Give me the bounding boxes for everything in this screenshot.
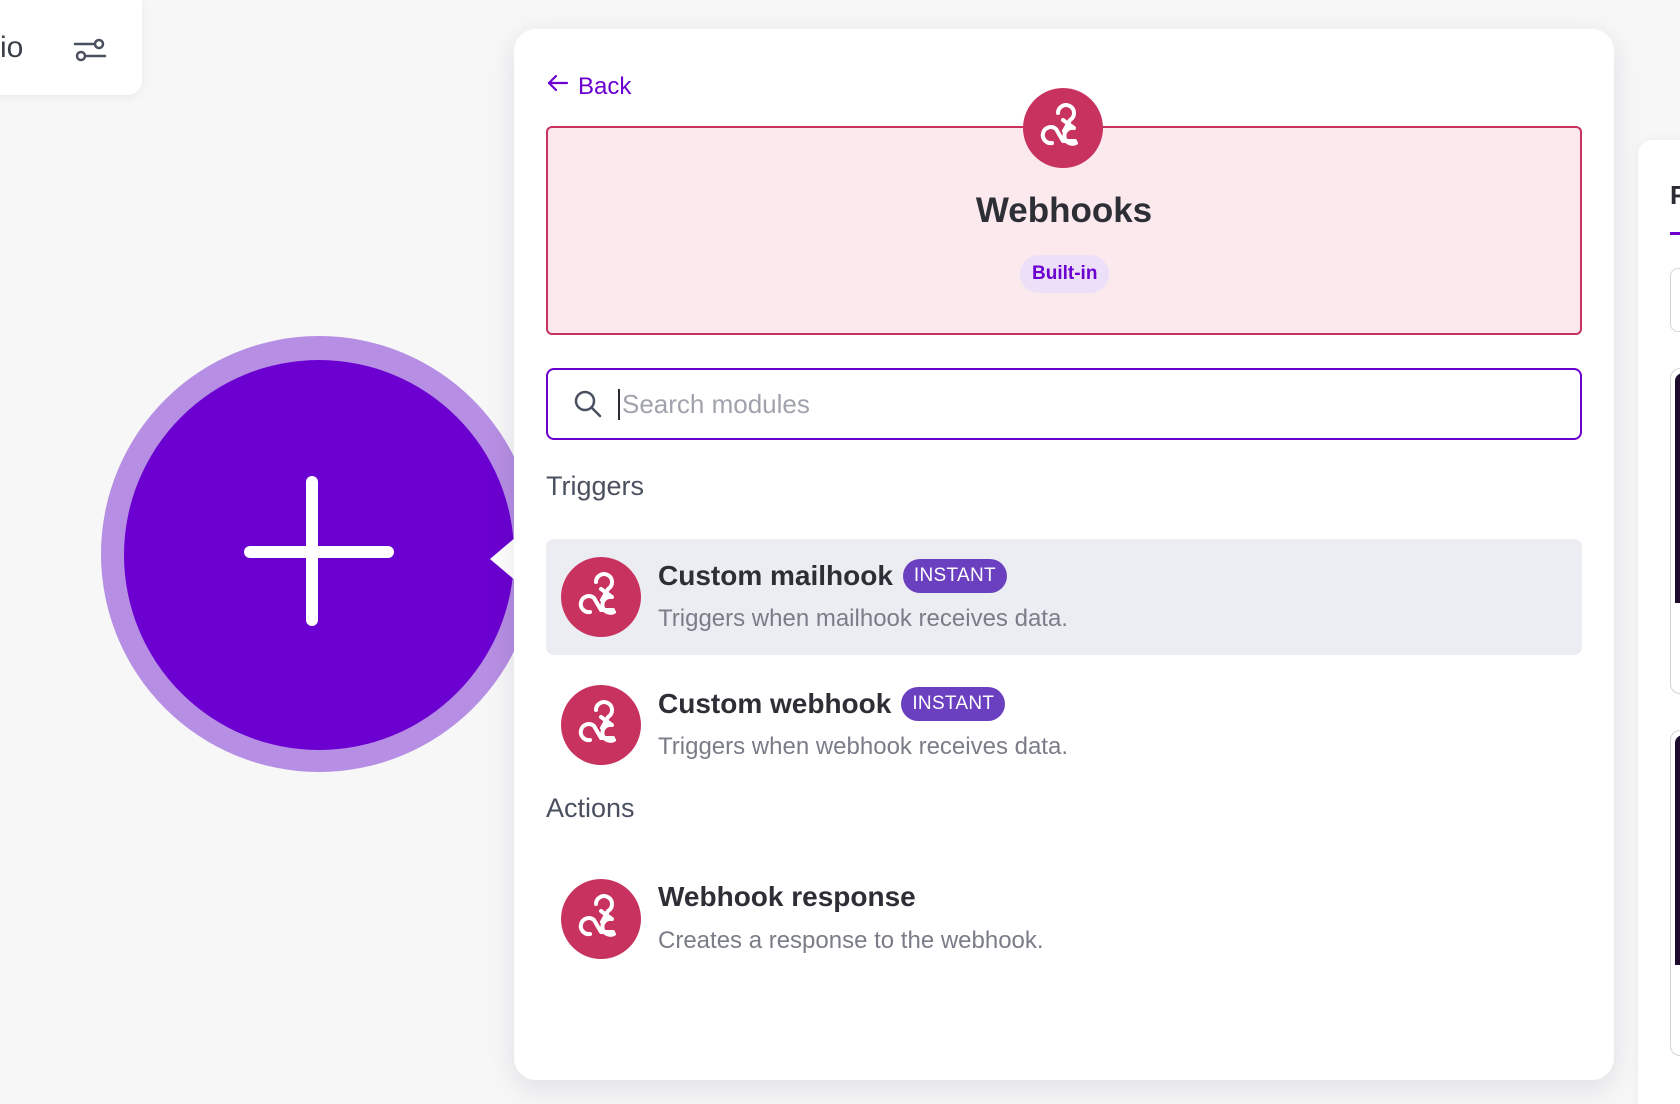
webhook-icon [561,879,641,959]
module-description: Triggers when webhook receives data. [658,733,1068,760]
webhook-icon [561,557,641,637]
search-modules-box[interactable] [546,368,1582,440]
module-custom-mailhook[interactable]: Custom mailhook INSTANT Triggers when ma… [546,539,1582,655]
right-panel-tab-underline [1670,232,1680,235]
arrow-left-icon [546,71,570,102]
app-title: Webhooks [975,191,1153,230]
panel-pointer [490,537,516,581]
right-panel-tab[interactable]: F [1670,180,1680,211]
search-icon [572,388,604,420]
search-input[interactable] [618,388,1518,420]
right-side-panel: F [1638,140,1680,1104]
module-picker-panel: Back Webhooks Built-in Triggers [514,29,1614,1080]
right-panel-card[interactable] [1670,368,1680,694]
add-module-button[interactable] [124,360,514,750]
instant-badge: INSTANT [902,559,1007,593]
back-button[interactable]: Back [546,71,631,102]
module-description: Creates a response to the webhook. [658,927,1044,954]
back-label: Back [578,72,632,100]
built-in-badge: Built-in [1020,255,1110,293]
webhook-icon [561,685,641,765]
module-title: Custom webhook [658,688,892,719]
module-title: Custom mailhook [658,560,893,591]
right-panel-input[interactable] [1670,268,1680,332]
section-heading-triggers: Triggers [546,471,645,501]
right-panel-card[interactable] [1670,730,1680,1056]
module-webhook-response[interactable]: Webhook response Creates a response to t… [546,861,1582,977]
sliders-icon[interactable] [70,30,110,70]
section-heading-actions: Actions [546,793,635,823]
module-title: Webhook response [658,881,916,912]
webhook-icon [1023,88,1103,168]
scenario-toolbar: io [0,0,142,95]
toolbar-partial-text: io [0,31,24,64]
instant-badge: INSTANT [901,687,1006,721]
module-custom-webhook[interactable]: Custom webhook INSTANT Triggers when web… [546,667,1582,783]
module-description: Triggers when mailhook receives data. [658,605,1068,632]
